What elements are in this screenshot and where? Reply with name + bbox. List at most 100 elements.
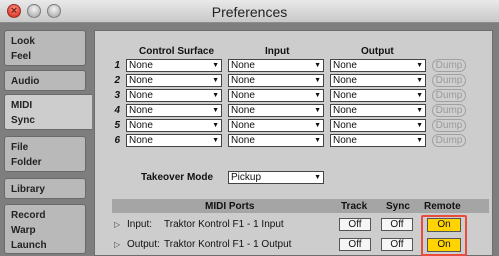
sync-toggle-button[interactable]: Off (381, 238, 413, 251)
track-header: Track (341, 201, 368, 212)
tab-midi-sync[interactable]: MIDI Sync (4, 94, 92, 130)
tab-audio[interactable]: Audio (4, 70, 86, 91)
dropdown-arrow-icon: ▼ (314, 174, 321, 181)
preferences-sidebar: Look Feel Audio MIDI Sync File Folder Li… (0, 24, 92, 256)
dump-button[interactable]: Dump (432, 104, 466, 117)
dropdown-arrow-icon: ▼ (416, 77, 423, 84)
input-select[interactable]: None ▼ (228, 74, 324, 87)
dropdown-arrow-icon: ▼ (416, 92, 423, 99)
dropdown-arrow-icon: ▼ (314, 77, 321, 84)
output-select[interactable]: None ▼ (330, 89, 426, 102)
control-surface-select[interactable]: None ▼ (126, 59, 222, 72)
input-select[interactable]: None ▼ (228, 134, 324, 147)
control-surface-select[interactable]: None ▼ (126, 74, 222, 87)
control-surface-value: None (129, 120, 153, 131)
output-select[interactable]: None ▼ (330, 134, 426, 147)
input-value: None (231, 120, 255, 131)
tab-label-folder: Folder (11, 157, 42, 168)
expand-triangle-icon[interactable]: ▷ (114, 240, 120, 249)
track-toggle-button[interactable]: Off (339, 238, 371, 251)
input-select[interactable]: None ▼ (228, 59, 324, 72)
output-value: None (333, 90, 357, 101)
tab-label-feel: Feel (11, 51, 32, 62)
input-value: None (231, 135, 255, 146)
takeover-mode-label: Takeover Mode (141, 172, 214, 183)
output-select[interactable]: None ▼ (330, 104, 426, 117)
sync-toggle-button[interactable]: Off (381, 218, 413, 231)
output-value: None (333, 75, 357, 86)
remote-header: Remote (424, 201, 461, 212)
tab-label-look: Look (11, 36, 35, 47)
tab-label-warp: Warp (11, 225, 36, 236)
dropdown-arrow-icon: ▼ (416, 137, 423, 144)
output-header: Output (361, 46, 394, 57)
midi-sync-pane: Control Surface Input Output 1 None ▼ Non… (92, 24, 499, 256)
row-number: 1 (114, 60, 120, 71)
control-surface-select[interactable]: None ▼ (126, 104, 222, 117)
input-header: Input (265, 46, 290, 57)
title-bar: × Preferences (0, 0, 499, 23)
control-surface-select[interactable]: None ▼ (126, 134, 222, 147)
remote-highlight-box (421, 215, 467, 256)
tab-label-library: Library (11, 184, 45, 195)
row-number: 3 (114, 90, 120, 101)
tab-library[interactable]: Library (4, 178, 86, 199)
takeover-mode-select[interactable]: Pickup ▼ (228, 171, 324, 184)
input-select[interactable]: None ▼ (228, 119, 324, 132)
input-value: None (231, 60, 255, 71)
input-select[interactable]: None ▼ (228, 89, 324, 102)
tab-look-feel[interactable]: Look Feel (4, 30, 86, 66)
row-number: 6 (114, 135, 120, 146)
input-select[interactable]: None ▼ (228, 104, 324, 117)
output-value: None (333, 135, 357, 146)
takeover-mode-value: Pickup (231, 172, 262, 183)
dropdown-arrow-icon: ▼ (212, 137, 219, 144)
output-select[interactable]: None ▼ (330, 119, 426, 132)
track-toggle-button[interactable]: Off (339, 218, 371, 231)
dropdown-arrow-icon: ▼ (314, 122, 321, 129)
tab-record-warp-launch[interactable]: Record Warp Launch (4, 204, 86, 254)
dropdown-arrow-icon: ▼ (416, 62, 423, 69)
port-direction: Output: (127, 239, 160, 250)
window-title: Preferences (211, 4, 288, 20)
output-select[interactable]: None ▼ (330, 74, 426, 87)
dropdown-arrow-icon: ▼ (212, 122, 219, 129)
control-surface-value: None (129, 75, 153, 86)
dump-button[interactable]: Dump (432, 59, 466, 72)
dump-button[interactable]: Dump (432, 119, 466, 132)
control-surface-header: Control Surface (139, 46, 215, 57)
dropdown-arrow-icon: ▼ (212, 107, 219, 114)
output-value: None (333, 60, 357, 71)
dump-button[interactable]: Dump (432, 134, 466, 147)
port-direction: Input: (127, 219, 153, 230)
tab-label-file: File (11, 142, 29, 153)
control-surface-value: None (129, 60, 153, 71)
dropdown-arrow-icon: ▼ (416, 122, 423, 129)
dump-button[interactable]: Dump (432, 74, 466, 87)
tab-label-midi: MIDI (11, 100, 33, 111)
control-surface-value: None (129, 90, 153, 101)
sync-header: Sync (386, 201, 410, 212)
control-surface-select[interactable]: None ▼ (126, 119, 222, 132)
output-select[interactable]: None ▼ (330, 59, 426, 72)
dropdown-arrow-icon: ▼ (314, 92, 321, 99)
midi-ports-header: MIDI Ports (205, 201, 255, 212)
output-value: None (333, 105, 357, 116)
row-number: 4 (114, 105, 120, 116)
dropdown-arrow-icon: ▼ (212, 92, 219, 99)
tab-label-launch: Launch (11, 240, 47, 251)
row-number: 2 (114, 75, 120, 86)
midi-settings-panel: Control Surface Input Output 1 None ▼ Non… (94, 30, 493, 256)
dropdown-arrow-icon: ▼ (212, 62, 219, 69)
tab-file-folder[interactable]: File Folder (4, 136, 86, 172)
dropdown-arrow-icon: ▼ (314, 107, 321, 114)
control-surface-value: None (129, 135, 153, 146)
expand-triangle-icon[interactable]: ▷ (114, 220, 120, 229)
dump-button[interactable]: Dump (432, 89, 466, 102)
input-value: None (231, 90, 255, 101)
dropdown-arrow-icon: ▼ (416, 107, 423, 114)
tab-label-record: Record (11, 210, 46, 221)
control-surface-select[interactable]: None ▼ (126, 89, 222, 102)
port-name: Traktor Kontrol F1 - 1 Output (164, 239, 292, 250)
output-value: None (333, 120, 357, 131)
